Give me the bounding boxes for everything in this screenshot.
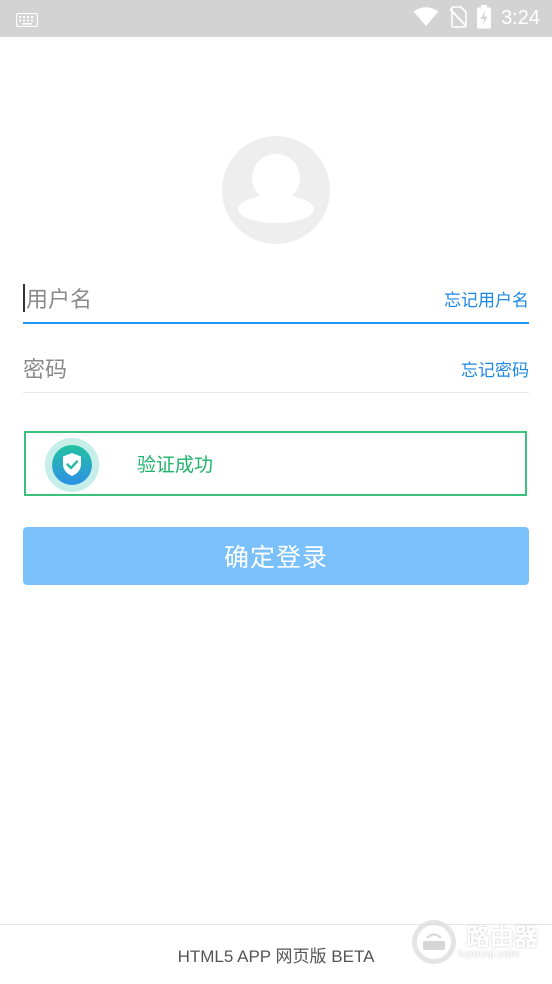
status-time: 3:24 <box>501 7 540 29</box>
login-button[interactable]: 确定登录 <box>23 527 529 585</box>
user-avatar-icon <box>238 154 314 223</box>
password-placeholder: 密码 <box>23 358 68 383</box>
password-input[interactable]: 密码 <box>23 352 67 384</box>
avatar <box>222 136 330 244</box>
status-bar: 3:24 <box>0 0 552 37</box>
username-input[interactable]: 用户名 <box>23 282 92 314</box>
footer-text: HTML5 APP 网页版 BETA <box>177 947 375 966</box>
verify-success-text: 验证成功 <box>137 454 214 476</box>
wifi-icon <box>413 6 439 31</box>
username-placeholder: 用户名 <box>26 288 93 313</box>
username-field[interactable]: 用户名 忘记用户名 <box>23 274 529 324</box>
battery-charging-icon <box>477 4 492 33</box>
keyboard-icon <box>15 12 39 31</box>
watermark-title: 路由器 <box>466 922 538 951</box>
forgot-password-link[interactable]: 忘记密码 <box>461 356 529 381</box>
forgot-username-link[interactable]: 忘记用户名 <box>444 286 529 311</box>
verify-badge <box>45 438 99 492</box>
password-field[interactable]: 密码 忘记密码 <box>23 344 529 393</box>
router-icon <box>412 920 456 964</box>
shield-check-icon <box>52 445 92 485</box>
text-caret <box>23 284 25 312</box>
verification-box[interactable]: 验证成功 <box>24 431 527 496</box>
watermark-logo: 路由器 luyouqi.com <box>410 918 538 966</box>
no-sim-icon <box>449 5 467 32</box>
